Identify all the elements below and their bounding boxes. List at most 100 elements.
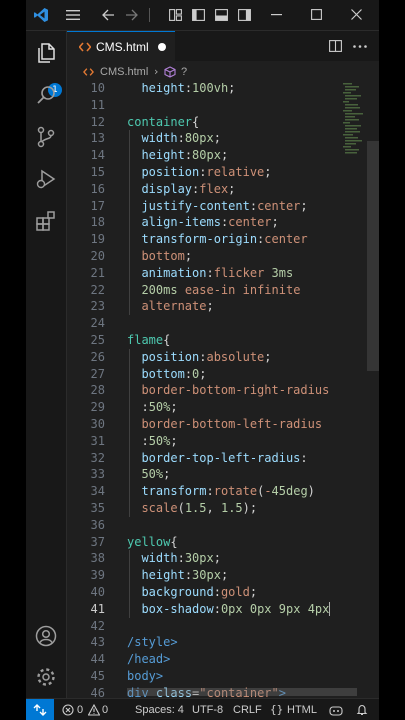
- account-icon[interactable]: [34, 624, 58, 648]
- line-number: 25: [90, 333, 105, 347]
- toggle-secondary-sidebar-icon[interactable]: [238, 9, 251, 21]
- error-icon[interactable]: [62, 704, 74, 716]
- code-text: 200ms ease-in infinite: [141, 282, 301, 297]
- code-line[interactable]: 44/head>: [67, 651, 367, 668]
- code-editor[interactable]: 10 height:100vh; 11 12 container{13 width:8…: [67, 83, 379, 698]
- explorer-icon[interactable]: [34, 41, 58, 65]
- code-line[interactable]: 45 body>: [67, 668, 367, 685]
- line-number: 23: [90, 299, 105, 314]
- line-number: 43: [90, 635, 105, 650]
- code-line[interactable]: 41 box-shadow:0px 0px 9px 4px: [67, 601, 367, 618]
- line-number: 38: [90, 551, 105, 566]
- settings-gear-icon[interactable]: [34, 665, 58, 689]
- split-editor-icon[interactable]: [329, 40, 342, 52]
- notifications-bell-icon[interactable]: [356, 704, 368, 716]
- code-line[interactable]: 32 border-top-left-radius:: [67, 450, 367, 467]
- line-number: 45: [90, 669, 105, 683]
- code-line[interactable]: 26 position:absolute;: [67, 349, 367, 366]
- code-line[interactable]: 42: [67, 618, 367, 635]
- code-line[interactable]: 25 flame{: [67, 332, 367, 349]
- code-line[interactable]: 16 display:flex;: [67, 181, 367, 198]
- code-line[interactable]: 40 background:gold;: [67, 584, 367, 601]
- hamburger-menu-icon[interactable]: [66, 9, 80, 21]
- code-line[interactable]: 24: [67, 315, 367, 332]
- code-line[interactable]: 13 width:80px;: [67, 130, 367, 147]
- code-line[interactable]: 33 50%;: [67, 466, 367, 483]
- code-line[interactable]: 17 justify-content:center;: [67, 198, 367, 215]
- code-line[interactable]: 18 align-items:center;: [67, 214, 367, 231]
- remote-icon: [33, 704, 47, 716]
- line-number: 14: [90, 148, 105, 163]
- minimize-icon[interactable]: [271, 14, 282, 16]
- code-line[interactable]: 10 height:100vh;: [67, 83, 367, 97]
- code-text: position:relative;: [141, 165, 272, 179]
- more-actions-icon[interactable]: [353, 45, 367, 48]
- code-line[interactable]: 12 container{: [67, 114, 367, 131]
- warning-icon[interactable]: [88, 704, 100, 716]
- code-line[interactable]: 43/style>: [67, 634, 367, 651]
- code-text: border-top-left-radius:: [141, 450, 308, 465]
- code-line[interactable]: 23 alternate;: [67, 298, 367, 315]
- breadcrumb-symbol[interactable]: ?: [181, 61, 187, 83]
- encoding-setting[interactable]: UTF-8: [192, 699, 223, 720]
- code-text: bottom:0;: [141, 366, 207, 381]
- breadcrumb-file[interactable]: CMS.html: [100, 61, 148, 83]
- line-number: 28: [90, 383, 105, 398]
- tab-label: CMS.html: [96, 40, 149, 54]
- code-line[interactable]: 20 bottom;: [67, 248, 367, 265]
- remote-indicator[interactable]: [26, 699, 54, 720]
- tab-cms-html[interactable]: CMS.html: [67, 31, 175, 62]
- error-count[interactable]: 0: [77, 699, 83, 720]
- line-number: 27: [90, 366, 105, 381]
- copilot-icon[interactable]: [329, 704, 343, 716]
- code-line[interactable]: 14 height:80px;: [67, 147, 367, 164]
- code-line[interactable]: 30 border-bottom-left-radius: [67, 416, 367, 433]
- code-line[interactable]: 22 200ms ease-in infinite: [67, 282, 367, 299]
- code-line[interactable]: 27 bottom:0;: [67, 366, 367, 383]
- eol-setting[interactable]: CRLF: [233, 699, 262, 720]
- arrow-right-icon[interactable]: [125, 9, 138, 21]
- code-line[interactable]: 35 scale(1.5, 1.5);: [67, 500, 367, 517]
- code-line[interactable]: 37 yellow{: [67, 534, 367, 551]
- code-line[interactable]: 19 transform-origin:center: [67, 231, 367, 248]
- code-text: background:gold;: [141, 585, 258, 599]
- code-line[interactable]: 21 animation:flicker 3ms: [67, 265, 367, 282]
- code-line[interactable]: 15 position:relative;: [67, 164, 367, 181]
- code-text: border-bottom-right-radius: [141, 383, 330, 398]
- customize-layout-icon[interactable]: [169, 9, 182, 21]
- source-control-icon[interactable]: [34, 125, 58, 149]
- line-number: 13: [90, 131, 105, 146]
- line-number: 29: [90, 400, 105, 415]
- code-text: height:30px;: [141, 568, 229, 583]
- code-line[interactable]: 29 :50%;: [67, 399, 367, 416]
- code-text: transform-origin:center: [141, 232, 308, 247]
- warning-count[interactable]: 0: [102, 699, 108, 720]
- language-mode[interactable]: HTML: [287, 699, 317, 720]
- code-line[interactable]: 38 width:30px;: [67, 550, 367, 567]
- close-icon[interactable]: [351, 9, 362, 20]
- indentation-setting[interactable]: Spaces: 4: [135, 699, 184, 720]
- horizontal-scrollbar[interactable]: [127, 688, 357, 696]
- search-icon[interactable]: [34, 83, 58, 107]
- run-debug-icon[interactable]: [34, 167, 58, 191]
- code-line[interactable]: 36: [67, 517, 367, 534]
- symbol-icon: [164, 66, 176, 78]
- code-text: width:30px;: [141, 551, 221, 566]
- toggle-primary-sidebar-icon[interactable]: [192, 9, 205, 21]
- code-line[interactable]: 28 border-bottom-right-radius: [67, 382, 367, 399]
- code-line[interactable]: 31 :50%;: [67, 433, 367, 450]
- vertical-scrollbar[interactable]: [367, 141, 379, 371]
- unsaved-dot-icon[interactable]: [158, 43, 166, 51]
- code-line[interactable]: 11: [67, 97, 367, 114]
- toggle-panel-icon[interactable]: [215, 9, 228, 21]
- maximize-icon[interactable]: [311, 9, 322, 20]
- code-text: container{: [127, 114, 200, 129]
- code-text: :50%;: [141, 400, 178, 415]
- breadcrumb-chevron-icon: ›: [154, 65, 159, 78]
- arrow-left-icon[interactable]: [102, 9, 115, 21]
- code-line[interactable]: 34 transform:rotate(-45deg): [67, 483, 367, 500]
- code-line[interactable]: 39 height:30px;: [67, 567, 367, 584]
- extensions-icon[interactable]: [34, 209, 58, 233]
- line-number: 35: [90, 501, 105, 515]
- code-text: :50%;: [141, 433, 178, 448]
